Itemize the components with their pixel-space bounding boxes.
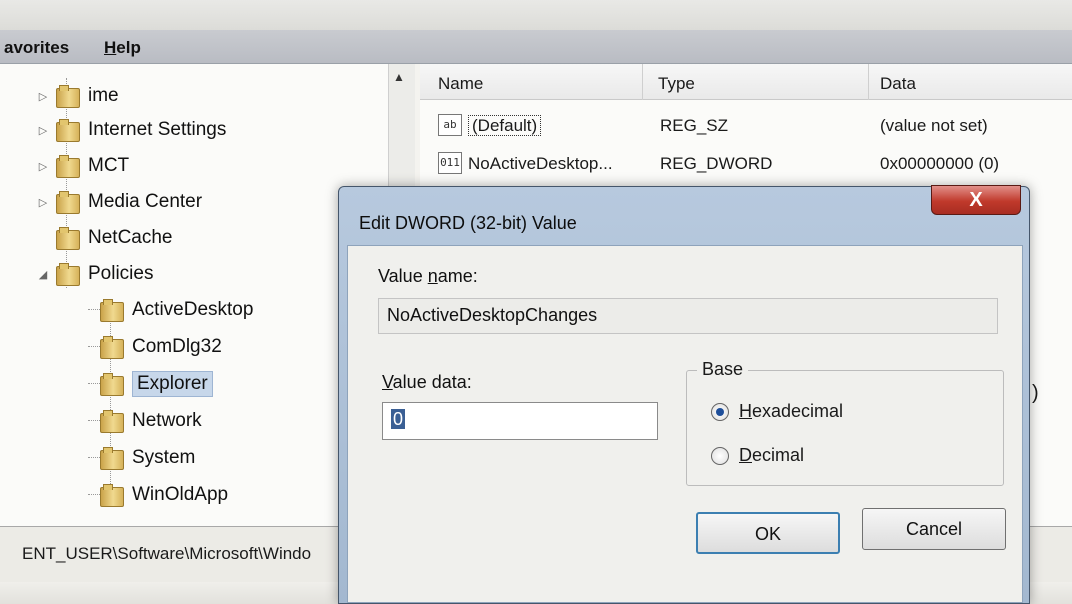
value-data: (value not set)	[880, 116, 988, 135]
menu-help-label: elp	[116, 38, 141, 57]
label-text: exadecimal	[752, 401, 844, 421]
tree-node-comdlg32[interactable]: ComDlg32	[100, 333, 222, 361]
folder-icon	[56, 191, 80, 214]
tree-node-label: Internet Settings	[88, 119, 227, 140]
tree-node-explorer[interactable]: Explorer	[100, 370, 213, 398]
menu-favorites[interactable]: avorites	[4, 38, 69, 58]
cancel-button[interactable]: Cancel	[862, 508, 1006, 550]
label-text: ame:	[437, 266, 478, 286]
radio-selected-icon[interactable]	[711, 402, 729, 421]
tree-node-mct[interactable]: ▷ MCT	[36, 152, 129, 180]
tree-node-system[interactable]: System	[100, 444, 195, 472]
radio-decimal[interactable]: Decimal	[711, 445, 804, 466]
ok-button[interactable]: OK	[696, 512, 840, 554]
tree-node-label: WinOldApp	[132, 484, 229, 505]
tree-node-label: Explorer	[132, 371, 213, 397]
value-data-text: 0	[391, 409, 406, 429]
tree-node-winoldapp[interactable]: WinOldApp	[100, 481, 228, 509]
folder-icon	[56, 155, 80, 178]
registry-path: ENT_USER\Software\Microsoft\Windo	[22, 544, 312, 563]
tree-node-label: System	[132, 447, 196, 468]
folder-icon	[100, 373, 124, 396]
dialog-body: Value name: NoActiveDesktopChanges Value…	[347, 245, 1023, 603]
expand-arrow-icon[interactable]: ▷	[36, 196, 50, 209]
label-text: ecimal	[752, 445, 805, 465]
menu-favorites-label: avorites	[4, 38, 70, 57]
label-accel: n	[427, 266, 438, 286]
folder-icon	[100, 447, 124, 470]
base-group: Base Hexadecimal Decimal	[686, 359, 1004, 486]
tree-node-label: ActiveDesktop	[132, 299, 254, 320]
column-divider[interactable]	[868, 64, 869, 100]
folder-icon	[100, 410, 124, 433]
tree-node-label: Network	[132, 410, 202, 431]
list-header: Name Type Data	[420, 64, 1072, 100]
value-name: (Default)	[468, 115, 542, 136]
value-type: REG_DWORD	[660, 154, 773, 173]
radio-hexadecimal[interactable]: Hexadecimal	[711, 401, 843, 422]
folder-icon	[100, 336, 124, 359]
tree-node-label: Policies	[88, 263, 154, 284]
menu-help-accel: H	[104, 38, 117, 57]
value-data-input[interactable]: 0	[382, 402, 658, 440]
tree-node-media-center[interactable]: ▷ Media Center	[36, 188, 202, 216]
tree-node-policies[interactable]: ◢ Policies	[36, 260, 153, 288]
folder-icon	[56, 263, 80, 286]
collapse-arrow-icon[interactable]: ◢	[36, 268, 50, 281]
tree-node-label: NetCache	[88, 227, 173, 248]
folder-icon	[56, 227, 80, 250]
obscured-value-text: )	[1032, 382, 1039, 404]
expand-arrow-icon[interactable]: ▷	[36, 160, 50, 173]
menu-bar: avorites Help	[0, 30, 1072, 64]
tree-node-ime[interactable]: ▷ ime	[36, 82, 119, 110]
close-button[interactable]: X	[931, 185, 1021, 215]
folder-icon	[56, 119, 80, 142]
value-data: 0x00000000 (0)	[880, 154, 1000, 173]
value-name-label: Value name:	[378, 266, 478, 287]
label-text: alue data:	[392, 372, 472, 392]
dialog-title: Edit DWORD (32-bit) Value	[359, 213, 577, 233]
folder-icon	[100, 484, 124, 507]
column-divider[interactable]	[642, 64, 643, 100]
value-data-label: Value data:	[382, 372, 472, 393]
folder-icon	[56, 85, 80, 108]
label-accel: V	[382, 372, 393, 392]
edit-dword-dialog: Edit DWORD (32-bit) Value X Value name: …	[338, 185, 1030, 604]
tree-node-internet-settings[interactable]: ▷ Internet Settings	[36, 116, 226, 144]
value-row[interactable]: 011 NoActiveDesktop... REG_DWORD 0x00000…	[420, 146, 1072, 180]
tree-node-label: Media Center	[88, 191, 203, 212]
value-name-field[interactable]: NoActiveDesktopChanges	[378, 298, 998, 334]
tree-node-label: ComDlg32	[132, 336, 222, 357]
tree-node-netcache[interactable]: NetCache	[36, 224, 173, 252]
label-text: Value	[378, 266, 428, 286]
expand-arrow-icon[interactable]: ▷	[36, 90, 50, 103]
tree-node-activedesktop[interactable]: ActiveDesktop	[100, 296, 253, 324]
value-type: REG_SZ	[660, 116, 729, 135]
label-accel: H	[739, 401, 752, 421]
radio-unselected-icon[interactable]	[711, 446, 729, 465]
menu-help[interactable]: Help	[104, 38, 141, 58]
tree-node-network[interactable]: Network	[100, 407, 202, 435]
column-header-data[interactable]: Data	[880, 74, 916, 94]
folder-icon	[100, 299, 124, 322]
value-name: NoActiveDesktop...	[468, 154, 613, 173]
close-icon: X	[969, 189, 983, 211]
column-header-name[interactable]: Name	[438, 74, 483, 94]
tree-node-label: MCT	[88, 155, 130, 176]
column-header-type[interactable]: Type	[658, 74, 695, 94]
string-value-icon: ab	[438, 114, 462, 136]
tree-node-label: ime	[88, 85, 119, 106]
dword-value-icon: 011	[438, 152, 462, 174]
value-row[interactable]: ab (Default) REG_SZ (value not set)	[420, 108, 1072, 142]
base-legend: Base	[697, 359, 749, 380]
label-accel: D	[739, 445, 752, 465]
expand-arrow-icon[interactable]: ▷	[36, 124, 50, 137]
scroll-up-arrow-icon[interactable]: ▲	[393, 70, 405, 84]
top-shading	[0, 0, 1072, 30]
